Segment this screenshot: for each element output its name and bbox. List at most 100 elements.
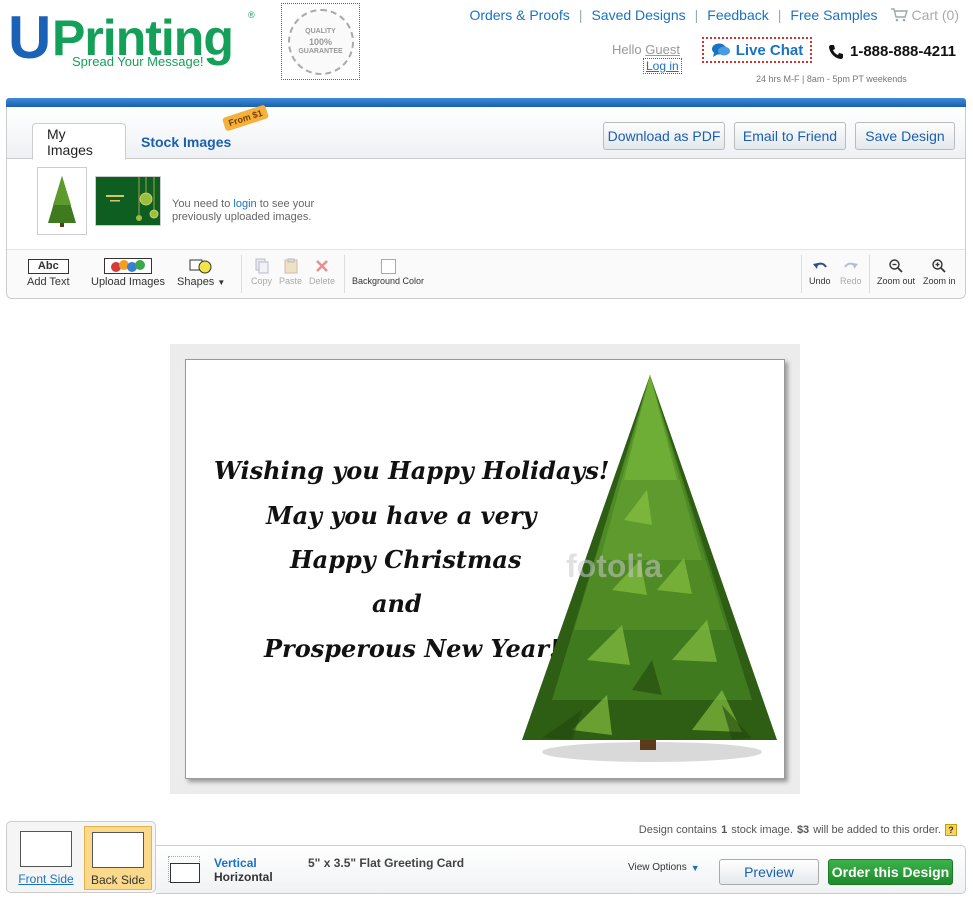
add-text-label: Add Text [27, 276, 70, 288]
login-link[interactable]: Log in [643, 58, 682, 74]
seal-line-3: GUARANTEE [298, 47, 343, 55]
card-text-line-3[interactable]: Happy Christmas [290, 545, 521, 574]
ornament-thumbnail-icon [96, 177, 160, 225]
front-side-preview [20, 831, 72, 867]
login-msg-before: You need to [172, 198, 231, 210]
upload-images-label: Upload Images [91, 276, 165, 288]
fotolia-watermark: fotolia [566, 548, 662, 584]
nav-separator: | [578, 7, 583, 23]
paste-icon [284, 258, 297, 274]
orientation-vertical[interactable]: Vertical [214, 856, 257, 870]
greeting-card-canvas[interactable]: Wishing you Happy Holidays! May you have… [185, 359, 785, 779]
background-color-tool[interactable]: Background Color [352, 256, 424, 286]
undo-label: Undo [809, 276, 831, 286]
greeting: Hello Guest [612, 42, 680, 57]
preview-button[interactable]: Preview [719, 859, 819, 885]
front-side-button[interactable]: Front Side [12, 826, 80, 890]
save-design-button[interactable]: Save Design [855, 122, 955, 150]
redo-icon [843, 262, 858, 269]
download-pdf-button[interactable]: Download as PDF [603, 122, 725, 150]
quality-guarantee-seal: QUALITY 100% GUARANTEE [281, 3, 360, 80]
design-stage: Wishing you Happy Holidays! May you have… [170, 344, 800, 794]
thumbnail-christmas-tree[interactable] [37, 167, 87, 235]
shapes-label: Shapes ▼ [177, 276, 226, 288]
back-side-button[interactable]: Back Side [84, 826, 152, 890]
delete-label: Delete [309, 276, 336, 286]
chat-bubble-icon [711, 43, 730, 57]
thumbnail-green-ornament-card[interactable] [95, 176, 161, 226]
view-options-dropdown[interactable]: View Options ▼ [628, 862, 700, 873]
upload-images-icon [104, 258, 152, 274]
help-icon[interactable]: ? [945, 824, 957, 836]
orientation-horizontal[interactable]: Horizontal [214, 870, 273, 884]
cart-link[interactable]: Cart (0) [890, 7, 959, 23]
chevron-down-icon: ▼ [690, 862, 700, 873]
nav-saved-designs[interactable]: Saved Designs [591, 7, 685, 23]
upload-images-tool[interactable]: Upload Images [91, 256, 165, 288]
copy-icon [255, 258, 268, 274]
note-suffix: will be added to this order. [813, 824, 941, 836]
abc-text-icon: Abc [27, 258, 69, 274]
stock-image-fee-note: Design contains 1 stock image. $3 will b… [639, 824, 957, 836]
back-side-label: Back Side [90, 873, 146, 887]
phone-number: 1-888-888-4211 [828, 43, 956, 60]
logo-registered: ® [248, 10, 255, 20]
redo-label: Redo [840, 276, 862, 286]
card-text-line-4[interactable]: and [372, 589, 422, 618]
back-side-preview [92, 832, 144, 868]
nav-orders-proofs[interactable]: Orders & Proofs [469, 7, 569, 23]
editor-toolbar: Abc Add Text Upload Images Shapes ▼ Copy… [7, 249, 965, 298]
copy-tool[interactable]: Copy [251, 256, 272, 286]
orientation-icon [168, 856, 200, 883]
login-msg-link[interactable]: login [233, 198, 256, 210]
delete-x-icon [316, 260, 328, 272]
note-count: 1 [721, 824, 728, 836]
chevron-down-icon: ▼ [217, 278, 226, 287]
tab-my-images[interactable]: My Images [32, 123, 126, 160]
card-text-line-2[interactable]: May you have a very [266, 501, 536, 530]
cart-label: Cart (0) [911, 7, 959, 23]
add-text-tool[interactable]: Abc Add Text [27, 256, 70, 288]
color-swatch-icon [380, 258, 396, 274]
seal-icon: QUALITY 100% GUARANTEE [287, 8, 354, 75]
stock-image-thumbnails [37, 167, 161, 235]
email-friend-button[interactable]: Email to Friend [734, 122, 846, 150]
order-design-button[interactable]: Order this Design [828, 859, 953, 885]
image-tabbar: My Images Stock Images From $1 Download … [7, 104, 965, 160]
live-chat-button[interactable]: Live Chat [702, 37, 812, 63]
paste-tool[interactable]: Paste [279, 256, 302, 286]
card-side-selector: Front Side Back Side [6, 821, 156, 893]
undo-tool[interactable]: Undo [809, 256, 831, 286]
logo-u: U [8, 4, 52, 71]
nav-free-samples[interactable]: Free Samples [790, 7, 877, 23]
phone-label: 1-888-888-4211 [850, 43, 956, 60]
nav-feedback[interactable]: Feedback [707, 7, 768, 23]
toolbar-divider [869, 255, 870, 293]
nav-separator: | [777, 7, 782, 23]
zoom-in-icon [932, 259, 946, 273]
top-nav: Orders & Proofs | Saved Designs | Feedba… [469, 7, 959, 23]
product-name: 5" x 3.5" Flat Greeting Card [308, 856, 465, 870]
hello-text: Hello [612, 42, 642, 57]
seal-line-2: 100% [308, 36, 333, 47]
background-color-label: Background Color [352, 276, 425, 286]
shapes-tool[interactable]: Shapes ▼ [177, 256, 225, 288]
phone-icon [829, 44, 843, 59]
toolbar-divider [801, 255, 802, 293]
note-price: $3 [796, 824, 810, 836]
note-prefix: Design contains [638, 824, 718, 836]
uprinting-logo[interactable]: U Printing ® Spread Your Message! [8, 8, 268, 74]
view-options-label: View Options [628, 862, 687, 873]
order-bar: Vertical Horizontal 5" x 3.5" Flat Greet… [156, 845, 966, 894]
zoom-in-tool[interactable]: Zoom in [923, 256, 956, 286]
live-chat-label: Live Chat [735, 41, 804, 59]
seal-line-1: QUALITY [305, 27, 336, 35]
zoom-out-tool[interactable]: Zoom out [877, 256, 915, 286]
redo-tool[interactable]: Redo [840, 256, 862, 286]
editor-panel: My Images Stock Images From $1 Download … [6, 104, 966, 299]
note-mid: stock image. [731, 824, 793, 836]
stock-price-badge: From $1 [221, 104, 270, 132]
delete-tool[interactable]: Delete [309, 256, 335, 286]
front-side-label: Front Side [18, 872, 74, 886]
tree-thumbnail-icon [48, 176, 76, 227]
